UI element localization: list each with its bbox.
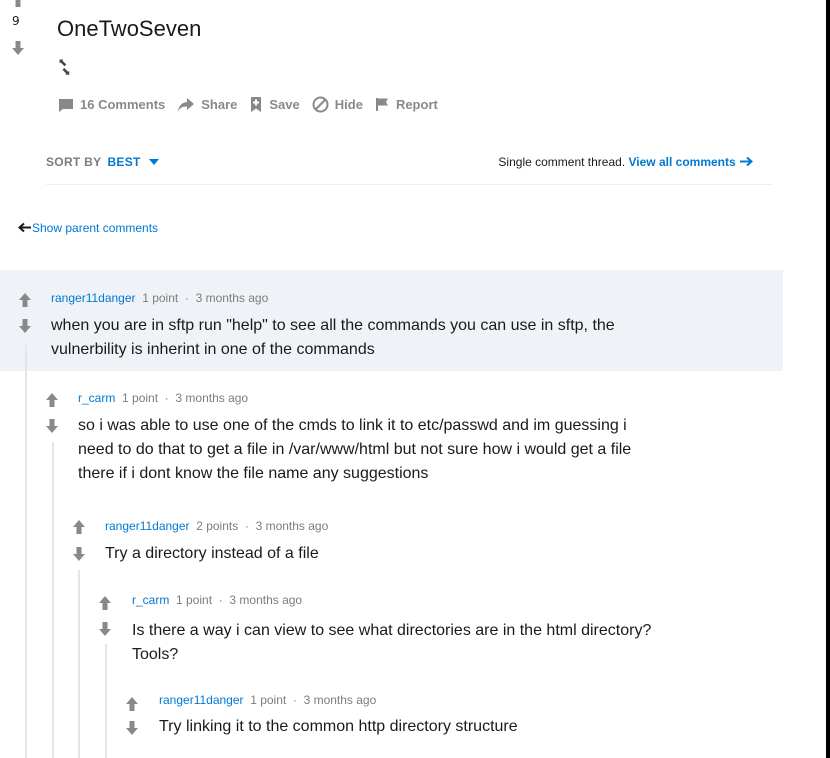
comment-time[interactable]: 3 months ago <box>229 593 302 607</box>
show-parent-comments-label: Show parent comments <box>32 221 159 235</box>
upvote-icon[interactable] <box>45 392 59 408</box>
hide-icon <box>312 96 329 113</box>
comment-time[interactable]: 3 months ago <box>256 519 329 533</box>
upvote-icon[interactable] <box>125 696 139 712</box>
downvote-icon[interactable] <box>98 621 112 637</box>
comment-line: when you are in sftp run "help" to see a… <box>51 317 615 334</box>
save-label: Save <box>269 97 300 112</box>
thread-line <box>52 442 54 758</box>
arrow-right-icon[interactable] <box>739 156 754 167</box>
comment-time[interactable]: 3 months ago <box>196 291 269 305</box>
comment-meta: ranger11danger 1 point · 3 months ago <box>159 693 377 707</box>
upvote-icon[interactable] <box>18 292 32 308</box>
thread-line <box>105 644 107 758</box>
hide-button[interactable]: Hide <box>312 96 363 113</box>
comment-body: so i was able to use one of the cmds to … <box>78 414 631 486</box>
comment-author[interactable]: ranger11danger <box>51 291 136 305</box>
share-label: Share <box>201 97 238 112</box>
post-score: 9 <box>12 14 20 28</box>
comment-line: Tools? <box>132 646 179 663</box>
upvote-icon[interactable] <box>98 595 112 611</box>
comment-meta: r_carm 1 point · 3 months ago <box>78 391 249 405</box>
comment-line: so i was able to use one of the cmds to … <box>78 417 627 434</box>
comment-time[interactable]: 3 months ago <box>175 391 248 405</box>
comment-points: 1 point <box>142 291 179 305</box>
comments-label: 16 Comments <box>80 97 166 112</box>
upvote-icon[interactable] <box>11 0 25 8</box>
comment-line: there if i dont know the file name any s… <box>78 465 429 482</box>
upvote-icon[interactable] <box>72 519 86 535</box>
comment-meta: ranger11danger 1 point · 3 months ago <box>51 291 269 305</box>
expand-icon[interactable]: ⬉ ⬊ <box>58 57 71 77</box>
comment-icon <box>59 98 73 112</box>
flag-icon <box>375 98 388 111</box>
post-actions: 16 Comments Share Save Hide Report <box>58 96 450 113</box>
post-title[interactable]: OneTwoSeven <box>57 16 201 42</box>
downvote-icon[interactable] <box>72 546 86 562</box>
comment-line: Is there a way i can view to see what di… <box>132 622 652 639</box>
comment-points: 1 point <box>250 693 287 707</box>
save-button[interactable]: Save <box>249 96 300 113</box>
comment-body: when you are in sftp run "help" to see a… <box>51 314 615 362</box>
comment-page: 9 OneTwoSeven ⬉ ⬊ 16 Comments Share Save… <box>0 0 826 758</box>
comment-author[interactable]: ranger11danger <box>159 693 244 707</box>
comment-body: Try a directory instead of a file <box>105 542 319 566</box>
show-parent-comments-link[interactable]: Show parent comments <box>17 221 159 235</box>
comment-meta: r_carm 1 point · 3 months ago <box>132 593 303 607</box>
comment-body: Is there a way i can view to see what di… <box>132 619 651 667</box>
comment-body: Try linking it to the common http direct… <box>159 715 518 739</box>
comment-points: 1 point <box>176 593 213 607</box>
sort-control[interactable]: SORT BY BEST <box>46 155 159 169</box>
comment-author[interactable]: r_carm <box>78 391 115 405</box>
downvote-icon[interactable] <box>11 40 25 56</box>
single-thread-note: Single comment thread. View all comments <box>498 155 754 169</box>
thread-note-text: Single comment thread. <box>498 155 629 169</box>
comment-line: Try a directory instead of a file <box>105 545 319 562</box>
comment-line: vulnerbility is inherint in one of the c… <box>51 341 375 358</box>
downvote-icon[interactable] <box>45 418 59 434</box>
report-label: Report <box>395 97 438 112</box>
sort-value[interactable]: BEST <box>107 155 140 169</box>
share-button[interactable]: Share <box>177 97 237 113</box>
arrow-left-icon <box>17 222 31 233</box>
downvote-icon[interactable] <box>125 720 139 736</box>
downvote-icon[interactable] <box>18 318 32 334</box>
comment-points: 2 points <box>196 519 239 533</box>
sort-label: SORT BY <box>46 155 102 169</box>
caret-down-icon[interactable] <box>148 159 159 165</box>
report-button[interactable]: Report <box>375 97 438 112</box>
comment-author[interactable]: ranger11danger <box>105 519 190 533</box>
save-icon <box>251 97 262 112</box>
comment-line: need to do that to get a file in /var/ww… <box>78 441 632 458</box>
share-icon <box>178 97 195 112</box>
divider <box>46 184 773 185</box>
comment-time[interactable]: 3 months ago <box>304 693 377 707</box>
comment-meta: ranger11danger 2 points · 3 months ago <box>105 519 329 533</box>
hide-label: Hide <box>334 97 363 112</box>
comment-author[interactable]: r_carm <box>132 593 169 607</box>
view-all-comments-link[interactable]: View all comments <box>629 155 736 169</box>
comments-button[interactable]: 16 Comments <box>58 97 165 113</box>
thread-line <box>78 570 80 758</box>
thread-line <box>25 345 27 758</box>
comment-line: Try linking it to the common http direct… <box>159 718 518 735</box>
comment-points: 1 point <box>122 391 159 405</box>
